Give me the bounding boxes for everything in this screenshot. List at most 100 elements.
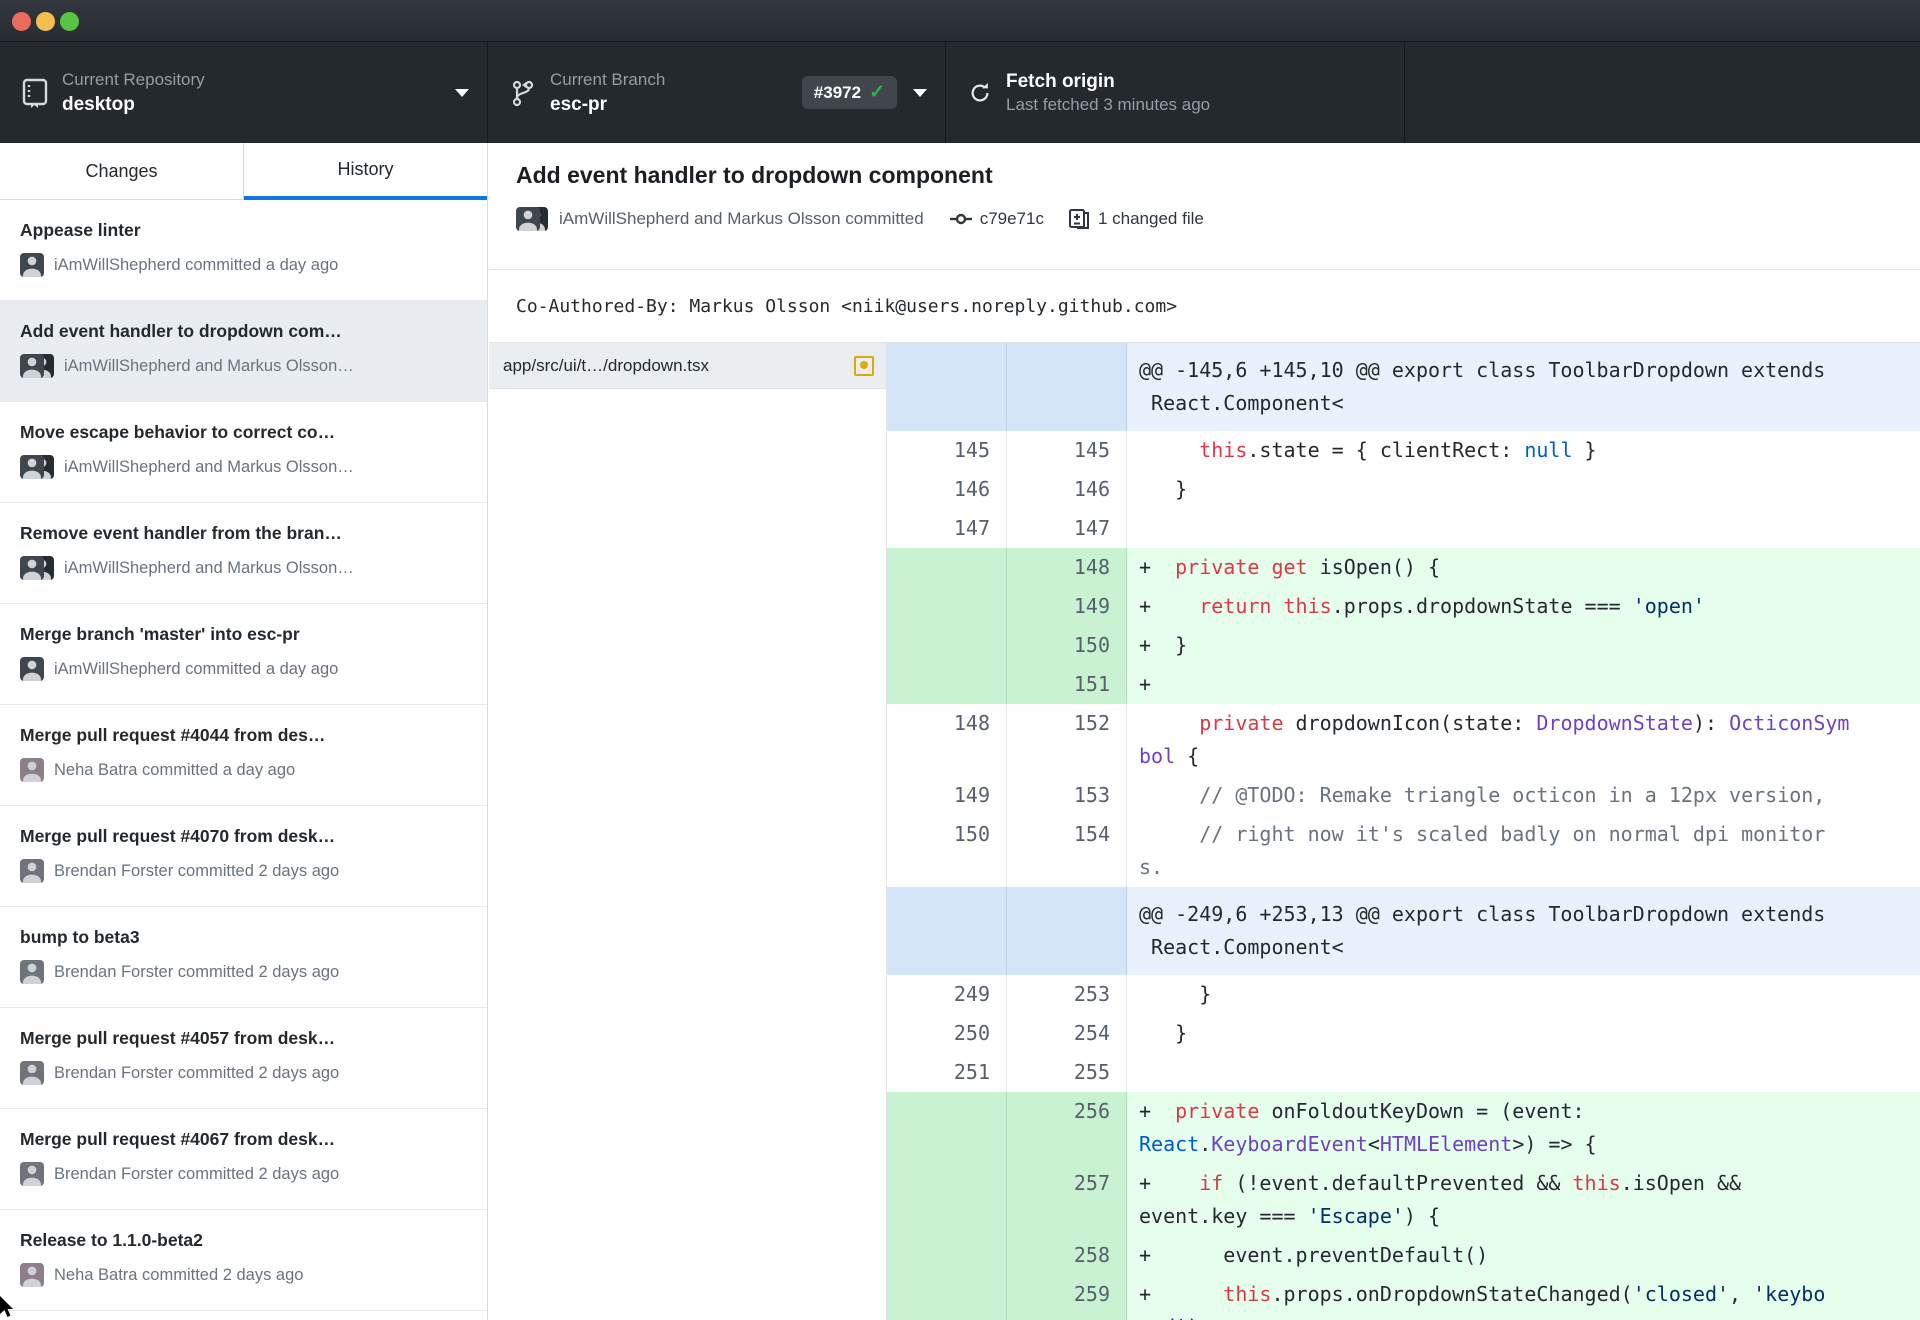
old-line-number: 149 <box>887 776 1007 815</box>
diff-line-code: + event.preventDefault() <box>1139 1243 1489 1267</box>
repo-icon <box>22 78 48 108</box>
new-line-number: 257 <box>1007 1164 1127 1236</box>
current-branch-button[interactable]: Current Branch esc-pr #3972 ✓ <box>488 42 946 143</box>
commit-list-item[interactable]: Move escape behavior to correct co… iAmWi… <box>0 402 487 503</box>
file-modified-icon <box>854 355 874 376</box>
mouse-cursor <box>0 1296 13 1317</box>
file-list-item[interactable]: app/src/ui/t…/dropdown.tsx <box>489 343 886 389</box>
diff-added-line: 151 + <box>887 665 1920 704</box>
old-line-number: 251 <box>887 1053 1007 1092</box>
commit-list-item[interactable]: bump to beta3 Brendan Forster committed 2… <box>0 907 487 1008</box>
old-line-number <box>887 1164 1007 1236</box>
commit-list-item[interactable]: Merge pull request #4057 from desk… Brend… <box>0 1008 487 1109</box>
pr-status-badge: #3972 ✓ <box>801 76 897 109</box>
commit-history-list: Appease linter iAmWillShepherd committed … <box>0 200 487 1320</box>
diff-line-code <box>1127 509 1920 548</box>
diff-content-row: app/src/ui/t…/dropdown.tsx @@ -145,6 +14… <box>489 343 1920 1320</box>
file-diff-icon <box>1068 209 1089 229</box>
current-branch-label: Current Branch <box>550 69 666 89</box>
fetch-origin-button[interactable]: Fetch origin Last fetched 3 minutes ago <box>946 42 1405 143</box>
new-line-number: 259 <box>1007 1275 1127 1320</box>
diff-line-code: + if (!event.defaultPrevented && this.is… <box>1139 1171 1742 1228</box>
commit-item-byline: Brendan Forster committed 2 days ago <box>54 1164 340 1183</box>
diff-line-code: this.state = { clientRect: null } <box>1199 438 1597 462</box>
avatar <box>20 960 44 984</box>
diff-hunk-header: @@ -145,6 +145,10 @@ export class Toolba… <box>887 343 1920 431</box>
commit-summary: Add event handler to dropdown component … <box>489 143 1920 270</box>
commit-item-title: Merge pull request #4067 from desk… <box>20 1129 336 1149</box>
new-line-number: 256 <box>1007 1092 1127 1164</box>
commit-item-byline: Brendan Forster committed 2 days ago <box>54 962 340 981</box>
diff-line-code: } <box>1139 982 1212 1006</box>
commit-description: Co-Authored-By: Markus Olsson <niik@user… <box>489 270 1920 343</box>
commit-list-item[interactable]: Merge branch 'master' into esc-pr iAmWill… <box>0 604 487 705</box>
commit-item-byline: iAmWillShepherd committed a day ago <box>54 255 339 274</box>
tab-history[interactable]: History <box>244 143 487 200</box>
commit-item-meta: iAmWillShepherd committed a day ago <box>20 253 471 277</box>
commit-item-byline: Neha Batra committed a day ago <box>54 760 296 779</box>
avatar <box>20 556 54 580</box>
old-line-number: 147 <box>887 509 1007 548</box>
tab-changes[interactable]: Changes <box>0 143 244 200</box>
diff-added-line: 258 + event.preventDefault() <box>887 1236 1920 1275</box>
new-line-number: 254 <box>1007 1014 1127 1053</box>
avatar <box>20 657 44 681</box>
commit-item-byline: Brendan Forster committed 2 days ago <box>54 861 340 880</box>
changed-files-count: 1 changed file <box>1097 209 1204 228</box>
commit-list-item[interactable]: Merge pull request #4052 from d…Brendan … <box>0 1311 487 1320</box>
current-repository-label: Current Repository <box>62 69 205 89</box>
git-branch-icon <box>512 80 534 106</box>
old-line-number: 146 <box>887 470 1007 509</box>
diff-context-line: 149 153 // @TODO: Remake triangle octicon… <box>887 776 1920 815</box>
avatar <box>20 354 54 378</box>
old-line-number <box>887 1275 1007 1320</box>
zoom-button[interactable] <box>60 12 79 31</box>
diff-line-code: + private get isOpen() { <box>1139 555 1441 579</box>
commit-meta: iAmWillShepherd and Markus Olsson commit… <box>516 207 1892 231</box>
commit-item-title: Merge pull request #4057 from desk… <box>20 1028 336 1048</box>
diff-context-line: 146 146 } <box>887 470 1920 509</box>
diff-added-line: 148 + private get isOpen() { <box>887 548 1920 587</box>
commit-item-title: Appease linter <box>20 220 141 240</box>
avatar <box>20 253 44 277</box>
diff-view: @@ -145,6 +145,10 @@ export class Toolba… <box>887 343 1920 1320</box>
commit-item-title: Merge branch 'master' into esc-pr <box>20 624 300 644</box>
new-line-number: 255 <box>1007 1053 1127 1092</box>
file-path: app/src/ui/t…/dropdown.tsx <box>503 355 709 375</box>
commit-list-item[interactable]: Appease linter iAmWillShepherd committed … <box>0 200 487 301</box>
diff-context-line: 145 145 this.state = { clientRect: null } <box>887 431 1920 470</box>
fetch-origin-subtitle: Last fetched 3 minutes ago <box>1006 95 1211 114</box>
diff-added-line: 259 + this.props.onDropdownStateChanged('… <box>887 1275 1920 1320</box>
diff-hunk-header: @@ -249,6 +253,13 @@ export class Toolba… <box>887 887 1920 975</box>
commit-item-byline: iAmWillShepherd and Markus Olsson… <box>64 356 354 375</box>
pr-number: #3972 <box>813 82 862 102</box>
new-line-number: 153 <box>1007 776 1127 815</box>
commit-list-item[interactable]: Release to 1.1.0-beta2 Neha Batra committ… <box>0 1210 487 1311</box>
commit-list-item[interactable]: Remove event handler from the bran… iAmWi… <box>0 503 487 604</box>
avatar <box>20 455 54 479</box>
avatar <box>20 758 44 782</box>
commit-list-item[interactable]: Merge pull request #4070 from desk… Brend… <box>0 806 487 907</box>
minimize-button[interactable] <box>36 12 55 31</box>
avatar <box>20 1162 44 1186</box>
current-repository-button[interactable]: Current Repository desktop <box>0 42 488 143</box>
commit-list-item[interactable]: Merge pull request #4067 from desk… Brend… <box>0 1109 487 1210</box>
diff-context-line: 148 152 private dropdownIcon(state: Dropd… <box>887 704 1920 776</box>
sidebar-tabs: Changes History <box>0 143 487 200</box>
commit-avatars <box>516 207 548 231</box>
commit-item-meta: Brendan Forster committed 2 days ago <box>20 859 471 883</box>
commit-list-item[interactable]: Merge pull request #4044 from des… Neha B… <box>0 705 487 806</box>
old-line-number: 148 <box>887 704 1007 776</box>
old-line-number <box>887 626 1007 665</box>
diff-context-line: 249 253 } <box>887 975 1920 1014</box>
commit-title: Add event handler to dropdown component <box>516 162 993 188</box>
commit-item-meta: Brendan Forster committed 2 days ago <box>20 960 471 984</box>
diff-line-code: } <box>1139 1021 1188 1045</box>
commit-item-meta: Brendan Forster committed 2 days ago <box>20 1162 471 1186</box>
commit-list-item[interactable]: Add event handler to dropdown com… iAmWil… <box>0 301 487 402</box>
commit-item-byline: Neha Batra committed 2 days ago <box>54 1265 304 1284</box>
diff-added-line: 256 + private onFoldoutKeyDown = (event: … <box>887 1092 1920 1164</box>
new-line-number: 151 <box>1007 665 1127 704</box>
close-button[interactable] <box>12 12 31 31</box>
diff-line-code: + <box>1139 672 1152 696</box>
